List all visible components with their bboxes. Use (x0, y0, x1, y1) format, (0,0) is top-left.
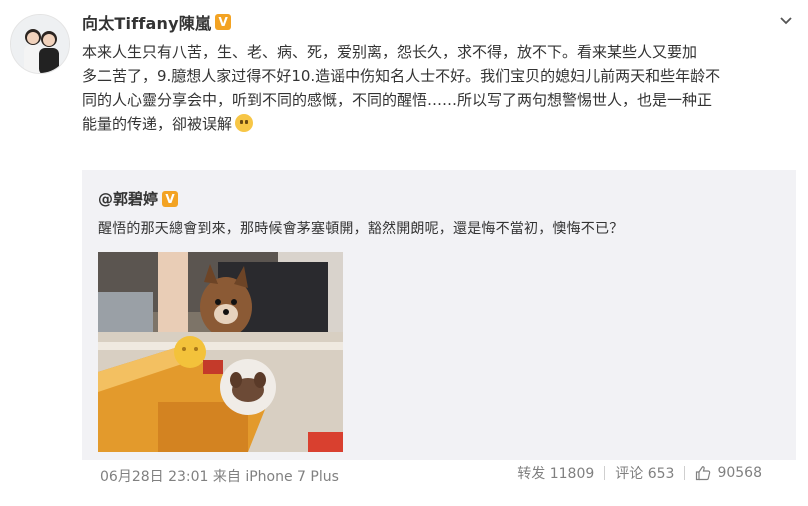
sad-emoji-icon (235, 114, 254, 132)
post-text-line: 多二苦了，9.臆想人家过得不好10.造谣中伤知名人士不好。我们宝贝的媳妇儿前两天… (82, 67, 721, 85)
post-footer: 06月28日 23:01 来自 iPhone 7 Plus 转发 11809 评… (0, 460, 808, 506)
author-row: 向太Tiffany陳嵐 V (82, 10, 232, 34)
post-text: 本来人生只有八苦，生、老、病、死，爱别离，怨长久，求不得，放不下。看来某些人又要… (82, 40, 796, 136)
like-count: 90568 (717, 465, 762, 481)
post-text-line: 同的人心靈分享会中，听到不同的感慨，不同的醒悟……所以写了两句想警惕世人，也是一… (82, 91, 713, 109)
author-name[interactable]: 向太Tiffany陳嵐 (82, 10, 211, 34)
comment-button[interactable]: 评论 653 (605, 463, 684, 483)
post-stats: 转发 11809 评论 653 90568 (507, 460, 772, 486)
post-text-line: 能量的传递，卻被误解 (82, 112, 796, 136)
like-button[interactable]: 90568 (685, 465, 772, 481)
repost-button[interactable]: 转发 11809 (507, 463, 604, 483)
post-text-line-end: 能量的传递，卻被误解 (82, 115, 233, 133)
post-text-line: 本来人生只有八苦，生、老、病、死，爱别离，怨长久，求不得，放不下。看来某些人又要… (82, 43, 698, 61)
verified-badge: V (215, 14, 232, 30)
avatar[interactable] (10, 14, 70, 74)
post-photo[interactable] (98, 252, 343, 452)
repost-block[interactable]: @郭碧婷 V 醒悟的那天總會到來，那時候會茅塞頓開，豁然開朗呢，還是悔不當初，懊… (82, 170, 796, 460)
weibo-post-card: 向太Tiffany陳嵐 V 本来人生只有八苦，生、老、病、死，爱别离，怨长久，求… (0, 0, 808, 506)
post-meta: 06月28日 23:01 来自 iPhone 7 Plus (100, 469, 339, 485)
original-author-name[interactable]: @郭碧婷 (98, 188, 158, 209)
original-author-row: @郭碧婷 V (98, 188, 179, 209)
original-post-text: 醒悟的那天總會到來，那時候會茅塞頓開，豁然開朗呢，還是悔不當初，懊悔不已？ (98, 221, 624, 237)
original-verified-badge: V (162, 190, 179, 207)
chevron-down-icon[interactable] (778, 12, 794, 28)
thumbs-up-icon (696, 466, 711, 481)
